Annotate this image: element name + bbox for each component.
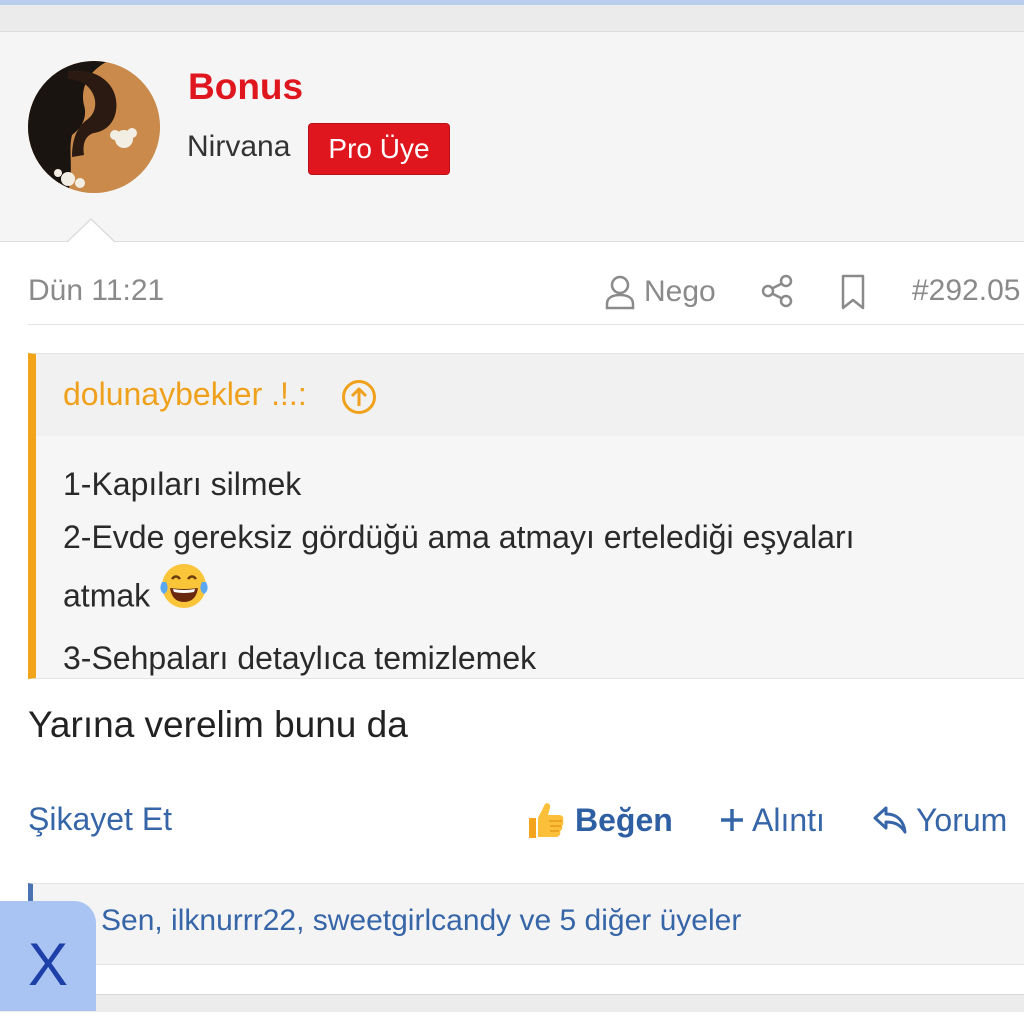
plus-icon [721, 809, 743, 831]
avatar[interactable] [28, 61, 160, 193]
quote-line: 2-Evde gereksiz gördüğü ama atmayı ertel… [63, 519, 855, 555]
reply-button-label: Yorum [916, 801, 1008, 838]
quote-button-label: Alıntı [752, 801, 825, 838]
thumbs-up-icon [529, 803, 564, 838]
post-meta-row: Dün 11:21 Nego #292.05 [28, 260, 1024, 325]
like-button-label: Beğen [575, 801, 673, 838]
likes-summary: Sen, ilknurrr22, sweetgirlcandy ve 5 diğ… [28, 883, 1024, 965]
share-icon[interactable] [760, 273, 794, 309]
quote-line-with-emoji: atmak [63, 564, 855, 632]
bookmark-icon[interactable] [838, 273, 868, 311]
post-number[interactable]: #292.05 [912, 274, 1020, 308]
author-link[interactable]: Nego [604, 270, 716, 314]
author-link-label: Nego [644, 275, 716, 308]
reply-icon [873, 806, 907, 834]
close-overlay-button[interactable]: X [0, 901, 96, 1011]
username[interactable]: Bonus [188, 66, 303, 108]
quote-button[interactable]: Alıntı [718, 795, 825, 845]
panel-pointer-fill [67, 220, 115, 243]
quote-line: atmak [63, 577, 151, 614]
user-title: Nirvana [187, 130, 291, 163]
post-body-text: Yarına verelim bunu da [28, 704, 408, 745]
arrow-up-circle-icon[interactable] [341, 379, 377, 415]
quote-line: 3-Sehpaları detaylıca temizlemek [63, 640, 537, 676]
likes-list-link[interactable]: Sen, ilknurrr22, sweetgirlcandy ve 5 diğ… [101, 904, 741, 938]
tears-of-joy-emoji [158, 560, 210, 628]
reply-button[interactable]: Yorum [872, 795, 1007, 845]
post-date[interactable]: Dün 11:21 [28, 274, 164, 308]
bottom-strip [0, 994, 1024, 1012]
quote-author[interactable]: dolunaybekler .!.: [63, 376, 307, 413]
report-link[interactable]: Şikayet Et [28, 801, 172, 838]
quote-block: dolunaybekler .!.: 1-Kapıları silmek 2-E… [28, 353, 1024, 679]
like-button[interactable]: Beğen [523, 795, 673, 845]
user-icon [605, 275, 635, 310]
post-actions: Şikayet Et Beğen Alıntı Yorum [28, 795, 1024, 847]
quote-text: 1-Kapıları silmek 2-Evde gereksiz gördüğ… [63, 458, 855, 685]
pro-member-badge: Pro Üye [308, 123, 450, 175]
quote-line: 1-Kapıları silmek [63, 466, 302, 502]
top-strip [0, 5, 1024, 32]
